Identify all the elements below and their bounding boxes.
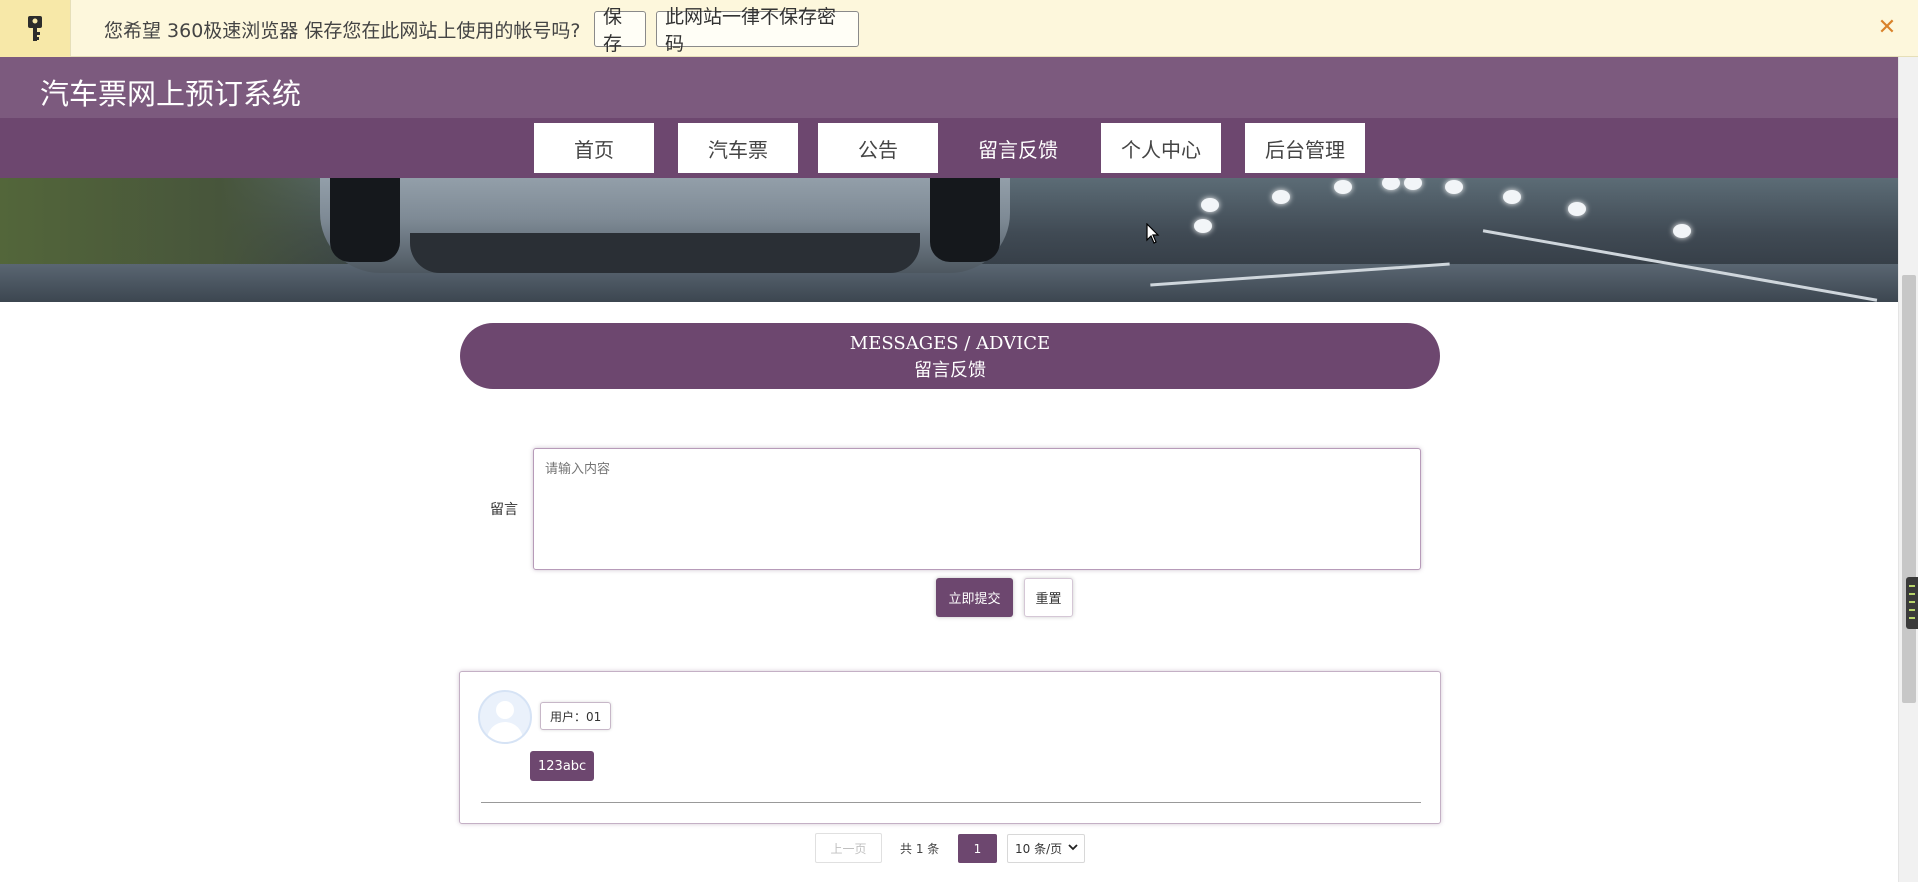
site-header: 汽车票网上预订系统 bbox=[0, 57, 1898, 118]
nav-item-personal-center[interactable]: 个人中心 bbox=[1101, 123, 1221, 173]
scrollbar-thumb[interactable] bbox=[1902, 275, 1916, 703]
nav-item-bus-tickets[interactable]: 汽车票 bbox=[678, 123, 798, 173]
nav-item-feedback[interactable]: 留言反馈 bbox=[958, 123, 1078, 173]
message-textarea[interactable] bbox=[533, 448, 1421, 570]
prev-page-button[interactable]: 上一页 bbox=[815, 833, 882, 863]
message-list: 用户：01 123abc bbox=[459, 671, 1441, 824]
close-icon[interactable]: ✕ bbox=[1876, 17, 1898, 39]
reset-button[interactable]: 重置 bbox=[1024, 578, 1073, 617]
section-title-zh: 留言反馈 bbox=[914, 360, 986, 381]
nav-item-notices[interactable]: 公告 bbox=[818, 123, 938, 173]
message-user: 用户：01 bbox=[540, 702, 612, 730]
total-count: 共 1 条 bbox=[900, 842, 940, 856]
save-password-button[interactable]: 保存 bbox=[594, 6, 646, 55]
side-widget[interactable] bbox=[1906, 577, 1918, 629]
page: 您希望 360极速浏览器 保存您在此网站上使用的帐号吗? 保存 此网站一律不保存… bbox=[0, 0, 1918, 882]
section-heading: MESSAGES / ADVICE 留言反馈 bbox=[460, 323, 1440, 389]
message-content: 123abc bbox=[530, 751, 595, 781]
site-title: 汽车票网上预订系统 bbox=[40, 77, 302, 111]
main-nav: 首页 汽车票 公告 留言反馈 个人中心 后台管理 bbox=[0, 118, 1898, 178]
chevron-down-icon bbox=[1068, 841, 1078, 856]
never-save-password-button[interactable]: 此网站一律不保存密码 bbox=[656, 6, 859, 55]
section-title-en: MESSAGES / ADVICE bbox=[849, 333, 1051, 354]
page-number-button[interactable]: 1 bbox=[958, 834, 997, 863]
password-save-bar: 您希望 360极速浏览器 保存您在此网站上使用的帐号吗? 保存 此网站一律不保存… bbox=[0, 0, 1918, 57]
password-save-message: 您希望 360极速浏览器 保存您在此网站上使用的帐号吗? bbox=[104, 20, 581, 42]
key-icon bbox=[0, 0, 71, 57]
message-label: 留言 bbox=[490, 502, 518, 518]
submit-button[interactable]: 立即提交 bbox=[936, 578, 1013, 617]
nav-item-home[interactable]: 首页 bbox=[534, 123, 654, 173]
banner-image bbox=[0, 178, 1898, 302]
mouse-cursor-icon bbox=[1146, 222, 1160, 245]
divider bbox=[481, 802, 1421, 803]
avatar bbox=[478, 690, 532, 744]
page-size-select[interactable]: 10 条/页 bbox=[1007, 834, 1085, 863]
page-size-value: 10 条/页 bbox=[1015, 842, 1063, 856]
nav-item-admin[interactable]: 后台管理 bbox=[1245, 123, 1365, 173]
